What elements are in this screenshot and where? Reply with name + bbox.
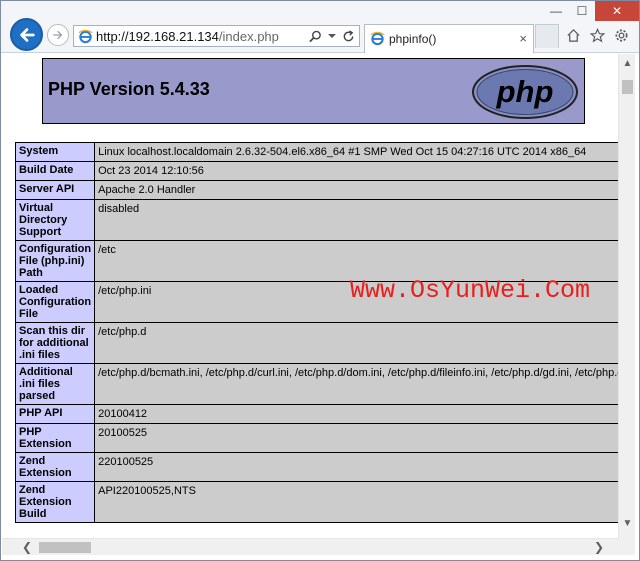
table-row: PHP Extension 20100525 — [14, 423, 618, 453]
address-url[interactable]: http://192.168.21.134/index.php — [96, 29, 279, 44]
home-icon[interactable] — [565, 27, 581, 43]
info-label: Loaded Configuration File — [14, 281, 96, 323]
table-row: Zend Extension Build API220100525,NTS — [14, 481, 618, 523]
forward-button[interactable] — [47, 24, 69, 46]
table-row: Virtual Directory Support disabled — [14, 199, 618, 241]
internet-explorer-icon — [78, 29, 93, 44]
vertical-scroll-thumb[interactable] — [622, 80, 633, 94]
address-path: /index.php — [218, 29, 279, 44]
tab-title: phpinfo() — [389, 32, 437, 46]
back-button[interactable] — [10, 18, 43, 51]
internet-explorer-icon — [370, 31, 385, 46]
table-row: Zend Extension 220100525 — [14, 452, 618, 482]
info-value: API220100525,NTS — [94, 481, 618, 523]
search-icon[interactable] — [309, 30, 322, 43]
minimize-button[interactable]: — — [543, 1, 569, 21]
info-value: Linux localhost.localdomain 2.6.32-504.e… — [94, 142, 618, 162]
forward-arrow-icon — [53, 30, 63, 40]
info-value: 20100412 — [94, 404, 618, 424]
table-row: Build Date Oct 23 2014 12:10:56 — [14, 161, 618, 181]
browser-window: http://192.168.21.134/index.php phpinfo(… — [0, 0, 640, 561]
info-value: Apache 2.0 Handler — [94, 180, 618, 200]
horizontal-scrollbar[interactable]: ❮ ❯ — [2, 538, 618, 555]
tab-phpinfo[interactable]: phpinfo() × — [364, 24, 534, 53]
browser-tool-icons — [565, 27, 629, 43]
new-tab-button[interactable] — [535, 24, 559, 48]
scroll-left-icon[interactable]: ❮ — [22, 540, 32, 554]
info-label: Virtual Directory Support — [14, 199, 96, 241]
gear-icon[interactable] — [613, 27, 629, 43]
table-row: System Linux localhost.localdomain 2.6.32… — [14, 142, 618, 162]
page-content[interactable]: PHP Version 5.4.33 php System Linux local… — [2, 54, 618, 538]
php-logo-text: php — [496, 74, 554, 109]
info-label: Configuration File (php.ini) Path — [14, 240, 96, 282]
php-header: PHP Version 5.4.33 php — [42, 58, 585, 124]
info-value: disabled — [94, 199, 618, 241]
close-icon[interactable]: × — [519, 31, 527, 46]
scroll-up-icon[interactable]: ▲ — [619, 58, 636, 72]
refresh-icon[interactable] — [342, 29, 355, 43]
table-row: PHP API 20100412 — [14, 404, 618, 424]
close-window-button[interactable]: ✕ — [595, 1, 639, 21]
info-label: Build Date — [14, 161, 96, 181]
info-value: Oct 23 2014 12:10:56 — [94, 161, 618, 181]
window-controls: — ☐ ✕ — [543, 1, 639, 21]
info-value: /etc/php.d — [94, 322, 618, 364]
php-logo: php — [472, 65, 578, 119]
vertical-scrollbar[interactable]: ▲ ▼ — [618, 54, 635, 538]
info-label: Zend Extension — [14, 452, 96, 482]
info-label: Server API — [14, 180, 96, 200]
address-host: http://192.168.21.134 — [96, 29, 219, 44]
info-label: Zend Extension Build — [14, 481, 96, 523]
scroll-down-icon[interactable]: ▼ — [619, 518, 636, 532]
star-icon[interactable] — [589, 27, 605, 43]
info-label: Additional .ini files parsed — [14, 363, 96, 405]
chevron-down-icon[interactable] — [328, 32, 336, 40]
info-label: PHP API — [14, 404, 96, 424]
address-tools — [309, 28, 355, 44]
info-value: /etc/php.d/bcmath.ini, /etc/php.d/curl.i… — [94, 363, 618, 405]
browser-toolbar: http://192.168.21.134/index.php phpinfo(… — [1, 1, 639, 53]
scrollbar-corner — [618, 538, 635, 555]
info-label: PHP Extension — [14, 423, 96, 453]
php-info-table: System Linux localhost.localdomain 2.6.32… — [14, 142, 618, 523]
info-value: 20100525 — [94, 423, 618, 453]
info-label: Scan this dir for additional .ini files — [14, 322, 96, 364]
address-bar[interactable]: http://192.168.21.134/index.php — [73, 25, 360, 47]
maximize-button[interactable]: ☐ — [569, 1, 595, 21]
scroll-right-icon[interactable]: ❯ — [594, 540, 604, 554]
watermark: Www.OsYunWei.Com — [350, 276, 591, 305]
table-row: Scan this dir for additional .ini files /… — [14, 322, 618, 364]
table-row: Server API Apache 2.0 Handler — [14, 180, 618, 200]
table-row: Additional .ini files parsed/etc/php.d/b… — [14, 363, 618, 405]
info-label: System — [14, 142, 96, 162]
info-value: 220100525 — [94, 452, 618, 482]
horizontal-scroll-thumb[interactable] — [39, 542, 91, 553]
back-arrow-icon — [19, 27, 35, 42]
page-title: PHP Version 5.4.33 — [48, 79, 210, 99]
